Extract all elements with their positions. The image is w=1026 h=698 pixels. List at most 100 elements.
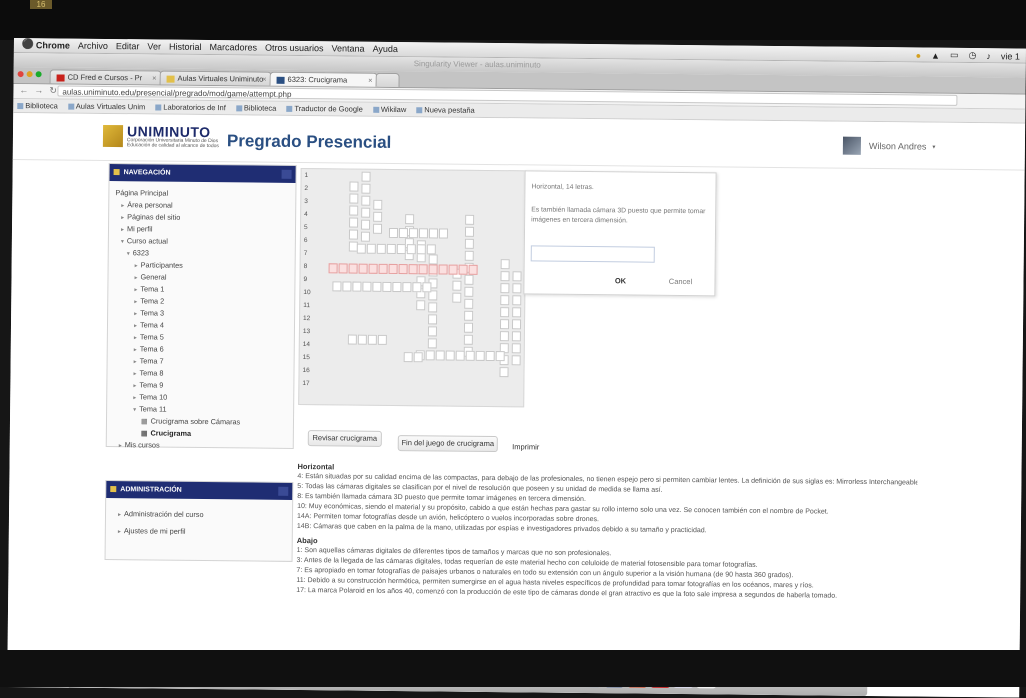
time-machine-icon[interactable]: ◷ — [968, 50, 976, 61]
clock[interactable]: vie 1 — [1001, 51, 1020, 61]
crossword-cell[interactable] — [347, 334, 357, 345]
crossword-cell[interactable] — [452, 280, 462, 291]
finish-crossword-button[interactable]: Fin del juego de crucigrama — [397, 435, 498, 453]
crossword-cell[interactable] — [464, 226, 475, 237]
navigation-block-header[interactable]: NAVEGACIÓN — [109, 164, 296, 183]
crossword-cell[interactable] — [458, 264, 468, 275]
crossword-cell[interactable] — [425, 350, 435, 361]
crossword-cell[interactable] — [349, 181, 359, 192]
crossword-cell[interactable] — [455, 350, 465, 361]
crossword-cell[interactable] — [408, 264, 418, 275]
crossword-cell[interactable] — [422, 282, 432, 293]
crossword-cell[interactable] — [386, 243, 396, 255]
minimize-window-button[interactable] — [26, 71, 33, 78]
crossword-cell[interactable] — [511, 331, 521, 342]
administration-block-header[interactable]: ADMINISTRACIÓN — [106, 480, 293, 500]
print-button[interactable]: Imprimir — [506, 440, 546, 454]
reload-icon[interactable]: ↻ — [49, 85, 57, 96]
crossword-cell[interactable] — [349, 205, 359, 216]
crossword-cell[interactable] — [464, 274, 474, 285]
crossword-cell[interactable] — [418, 228, 429, 239]
bookmark-item[interactable]: Aulas Virtuales Unim — [68, 102, 146, 112]
crossword-cell[interactable] — [357, 334, 367, 345]
crossword-cell[interactable] — [500, 307, 510, 318]
crossword-cell[interactable] — [468, 264, 478, 275]
close-tab-icon[interactable]: × — [262, 73, 267, 86]
crossword-cell[interactable] — [495, 351, 505, 362]
volume-icon[interactable]: ♪ — [986, 51, 991, 61]
bookmark-item[interactable]: Traductor de Google — [286, 104, 363, 114]
crossword-cell[interactable] — [376, 243, 386, 254]
cancel-button[interactable]: Cancel — [660, 275, 700, 288]
crossword-cell[interactable] — [500, 283, 510, 294]
close-tab-icon[interactable]: × — [368, 74, 373, 87]
menu-item[interactable]: Archivo — [78, 41, 108, 51]
crossword-cell[interactable] — [499, 319, 510, 330]
crossword-cell[interactable] — [361, 207, 371, 218]
crossword-cell[interactable] — [465, 350, 475, 361]
menu-item[interactable]: Ver — [147, 41, 161, 51]
admin-item[interactable]: Administración del curso — [112, 508, 292, 527]
crossword-cell[interactable] — [511, 355, 521, 366]
crossword-cell[interactable] — [372, 223, 383, 234]
crossword-cell[interactable] — [512, 295, 522, 306]
collapse-block-icon[interactable] — [278, 486, 289, 496]
close-tab-icon[interactable]: × — [152, 71, 157, 84]
menu-item[interactable]: Chrome — [36, 40, 70, 50]
crossword-cell[interactable] — [360, 231, 370, 242]
crossword-cell[interactable] — [388, 227, 399, 239]
new-tab-button[interactable] — [375, 72, 400, 88]
crossword-cell[interactable] — [361, 219, 371, 230]
uniminuto-logo[interactable]: UNIMINUTO Corporación Universitaria Minu… — [102, 123, 219, 149]
back-icon[interactable]: ← — [19, 85, 28, 96]
crossword-cell[interactable] — [475, 350, 485, 361]
crossword-cell[interactable] — [427, 326, 438, 337]
crossword-cell[interactable] — [398, 264, 408, 275]
crossword-cell[interactable] — [426, 244, 436, 255]
crossword-cell[interactable] — [499, 331, 509, 342]
crossword-cell[interactable] — [464, 250, 474, 261]
crossword-cell[interactable] — [511, 343, 521, 354]
ok-button[interactable]: OK — [606, 274, 634, 287]
crossword-cell[interactable] — [332, 281, 342, 292]
eject-icon[interactable]: ▲ — [931, 50, 940, 60]
crossword-cell[interactable] — [464, 286, 474, 297]
menu-item[interactable]: Editar — [116, 41, 140, 51]
crossword-cell[interactable] — [428, 314, 438, 325]
close-window-button[interactable] — [17, 71, 24, 78]
crossword-cell[interactable] — [427, 338, 437, 349]
crossword-cell[interactable] — [338, 263, 348, 274]
crossword-cell[interactable] — [428, 302, 438, 313]
bookmark-item[interactable]: Laboratorios de Inf — [155, 102, 226, 113]
admin-item[interactable]: Ajustes de mi perfil — [112, 525, 292, 544]
menu-item[interactable]: Otros usuarios — [265, 43, 324, 54]
crossword-cell[interactable] — [392, 281, 402, 293]
sync-icon[interactable]: ● — [916, 50, 922, 60]
menu-item[interactable]: Ayuda — [373, 44, 398, 54]
crossword-cell[interactable] — [352, 281, 362, 292]
crossword-cell[interactable] — [366, 243, 376, 254]
tab-aulas-virtuales[interactable]: Aulas Virtuales Uniminuto × — [159, 70, 272, 86]
crossword-cell[interactable] — [500, 271, 510, 282]
crossword-cell[interactable] — [361, 171, 371, 182]
nav-item[interactable]: Mis cursos — [113, 439, 293, 453]
crossword-cell[interactable] — [448, 264, 458, 275]
crossword-cell[interactable] — [368, 263, 378, 274]
crossword-cell[interactable] — [465, 214, 475, 225]
bookmark-item[interactable]: Nueva pestaña — [416, 105, 475, 115]
user-menu[interactable]: Wilson Andres ▾ — [842, 136, 936, 156]
crossword-cell[interactable] — [378, 263, 388, 274]
crossword-cell[interactable] — [349, 193, 359, 204]
crossword-cell[interactable] — [416, 244, 426, 255]
crossword-cell[interactable] — [452, 292, 462, 303]
answer-input[interactable] — [530, 245, 655, 263]
crossword-cell[interactable] — [328, 263, 338, 274]
menu-item[interactable]: Marcadores — [209, 42, 257, 52]
crossword-cell[interactable] — [416, 300, 426, 311]
crossword-cell[interactable] — [438, 228, 449, 239]
crossword-cell[interactable] — [356, 243, 366, 254]
crossword-cell[interactable] — [428, 228, 439, 239]
site-title[interactable]: Pregrado Presencial — [227, 131, 392, 153]
crossword-cell[interactable] — [377, 334, 387, 345]
crossword-cell[interactable] — [413, 352, 423, 363]
